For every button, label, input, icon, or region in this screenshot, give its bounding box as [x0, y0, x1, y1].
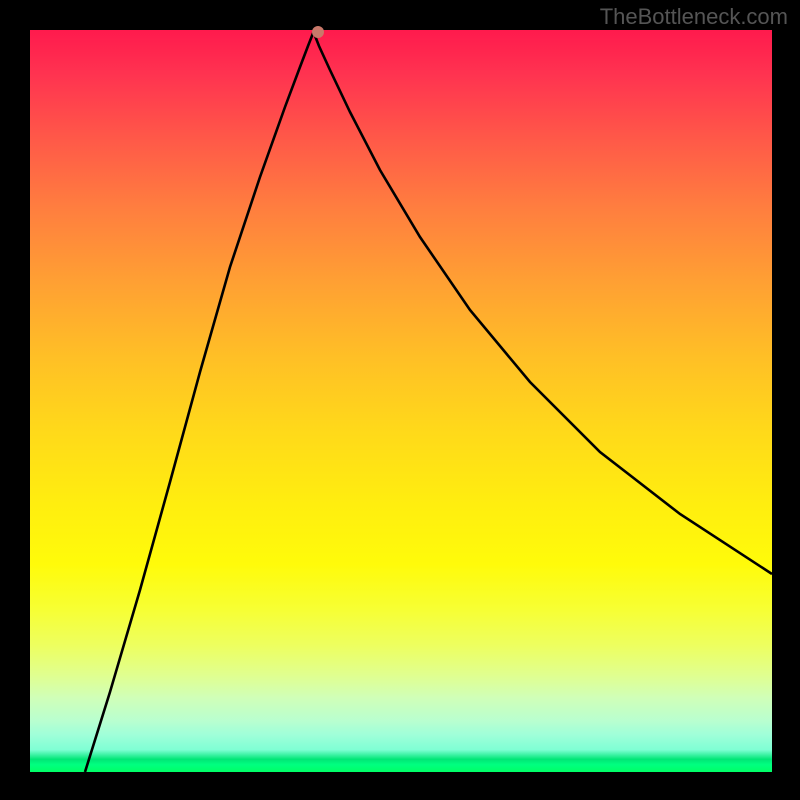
- curve-svg: [30, 30, 772, 772]
- curve-min-marker: [312, 26, 324, 38]
- curve-left-branch: [85, 32, 314, 772]
- plot-gradient-area: [30, 30, 772, 772]
- curve-right-branch: [314, 32, 773, 574]
- watermark-text: TheBottleneck.com: [600, 4, 788, 30]
